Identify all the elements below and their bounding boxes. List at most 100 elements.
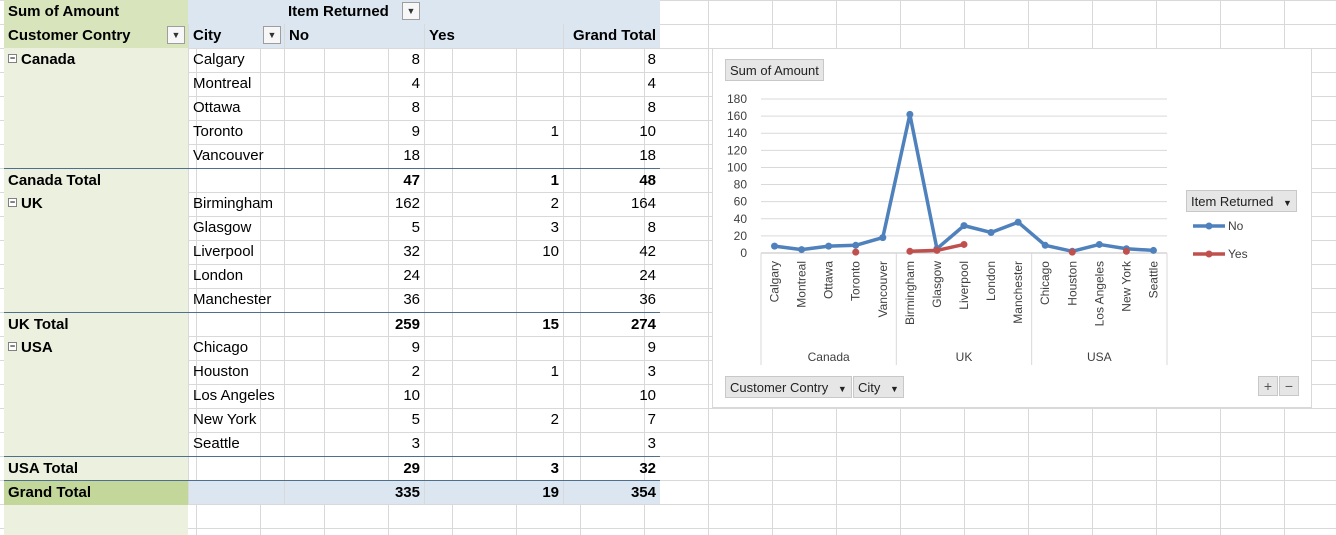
data-point-no (987, 228, 995, 236)
value-cell-total: 7 (563, 408, 660, 432)
row-label (4, 72, 188, 96)
dropdown-arrow-icon: ▼ (890, 384, 899, 394)
value-cell-yes (424, 48, 563, 72)
value-cell-total: 354 (563, 481, 660, 505)
data-field-label[interactable]: Sum of Amount (4, 0, 188, 24)
data-point-no (879, 234, 887, 242)
value-cell-total: 42 (563, 240, 660, 264)
column-field-label[interactable]: Item Returned (284, 0, 660, 24)
value-cell-total: 18 (563, 144, 660, 168)
collapse-field-button[interactable]: − (1279, 376, 1299, 396)
value-cell-no: 162 (284, 192, 424, 216)
y-tick-label: 160 (727, 109, 747, 123)
data-point-no (771, 242, 779, 250)
group-label: Canada (21, 51, 76, 68)
value-cell-total: 8 (563, 96, 660, 120)
dropdown-arrow-icon: ▼ (267, 30, 277, 40)
collapse-icon[interactable]: − (8, 53, 17, 63)
pivot-chart[interactable]: Sum of Amount Item Returned ▼ Customer C… (712, 48, 1312, 408)
value-cell-yes: 1 (424, 169, 563, 193)
customer-contry-filter-button[interactable]: ▼ (167, 26, 185, 44)
y-tick-label: 180 (727, 92, 747, 106)
x-tick-label: Montreal (795, 261, 809, 308)
legend-marker (1205, 222, 1213, 230)
value-cell-total: 9 (563, 336, 660, 360)
value-cell-yes: 2 (424, 192, 563, 216)
y-tick-label: 0 (740, 246, 747, 260)
expand-field-button[interactable]: + (1258, 376, 1278, 396)
value-cell-yes: 2 (424, 408, 563, 432)
city-cell (188, 169, 284, 193)
axis-field-label-country: Customer Contry (730, 380, 829, 395)
group-label: UK (956, 350, 973, 364)
x-tick-label: Manchester (1011, 261, 1025, 324)
header-blank (188, 0, 284, 24)
group-label: USA (21, 339, 53, 356)
row-label[interactable]: − Canada (4, 48, 188, 72)
row-label[interactable]: − USA (4, 336, 188, 360)
row-label (4, 384, 188, 408)
collapse-icon[interactable]: − (8, 341, 17, 351)
value-cell-yes (424, 96, 563, 120)
table-row: New York 5 2 7 (4, 408, 660, 432)
value-cell-no: 47 (284, 169, 424, 193)
row-field-label-country[interactable]: Customer Contry (4, 24, 188, 48)
city-cell: Toronto (188, 120, 284, 144)
value-cell-no: 3 (284, 432, 424, 456)
grand-total-row: Grand Total 335 19 354 (4, 480, 660, 505)
x-tick-label: Calgary (768, 261, 782, 302)
table-row: London 24 24 (4, 264, 660, 288)
table-row: Los Angeles 10 10 (4, 384, 660, 408)
value-cell-yes: 19 (424, 481, 563, 505)
value-cell-no: 36 (284, 288, 424, 312)
row-label (4, 432, 188, 456)
data-point-no (1014, 218, 1022, 226)
x-tick-label: Ottawa (822, 261, 836, 299)
value-cell-total: 48 (563, 169, 660, 193)
item-returned-filter-button[interactable]: ▼ (402, 2, 420, 20)
value-cell-no: 259 (284, 313, 424, 337)
data-point-no (906, 110, 914, 118)
table-row: Liverpool 32 10 42 (4, 240, 660, 264)
legend-label: Yes (1228, 247, 1248, 261)
axis-field-button-city[interactable]: City ▼ (853, 376, 904, 398)
data-point-no (798, 246, 806, 254)
data-point-no (960, 222, 968, 230)
dropdown-arrow-icon: ▼ (406, 6, 416, 16)
data-point-no (825, 242, 833, 250)
minus-icon: − (1284, 378, 1294, 394)
row-label (4, 288, 188, 312)
city-cell: Seattle (188, 432, 284, 456)
pivot-header-row-1: Sum of Amount Item Returned (4, 0, 660, 24)
value-cell-yes (424, 336, 563, 360)
collapse-icon[interactable]: − (8, 197, 17, 207)
value-cell-yes (424, 288, 563, 312)
col-header-grand-total: Grand Total (563, 24, 660, 48)
x-tick-label: Glasgow (930, 261, 944, 308)
y-tick-label: 40 (734, 212, 748, 226)
city-cell: Birmingham (188, 192, 284, 216)
series-line-no (774, 112, 1154, 254)
city-cell: New York (188, 408, 284, 432)
x-tick-label: New York (1119, 260, 1133, 312)
col-header-no: No (284, 24, 424, 48)
axis-field-button-country[interactable]: Customer Contry ▼ (725, 376, 852, 398)
table-row: Houston 2 1 3 (4, 360, 660, 384)
value-cell-total: 3 (563, 432, 660, 456)
subtotal-row: UK Total 259 15 274 (4, 312, 660, 337)
column-field-text: Item Returned (288, 3, 389, 20)
value-cell-yes: 3 (424, 216, 563, 240)
x-tick-label: Toronto (849, 261, 863, 301)
row-label: USA Total (8, 460, 78, 477)
value-cell-total: 10 (563, 120, 660, 144)
data-point-no (1149, 246, 1157, 254)
city-filter-button[interactable]: ▼ (263, 26, 281, 44)
dropdown-arrow-icon: ▼ (171, 30, 181, 40)
value-cell-no: 29 (284, 457, 424, 481)
table-row: Seattle 3 3 (4, 432, 660, 456)
row-label[interactable]: − UK (4, 192, 188, 216)
table-row: Montreal 4 4 (4, 72, 660, 96)
value-cell-no: 2 (284, 360, 424, 384)
row-label (4, 96, 188, 120)
row-label (4, 264, 188, 288)
